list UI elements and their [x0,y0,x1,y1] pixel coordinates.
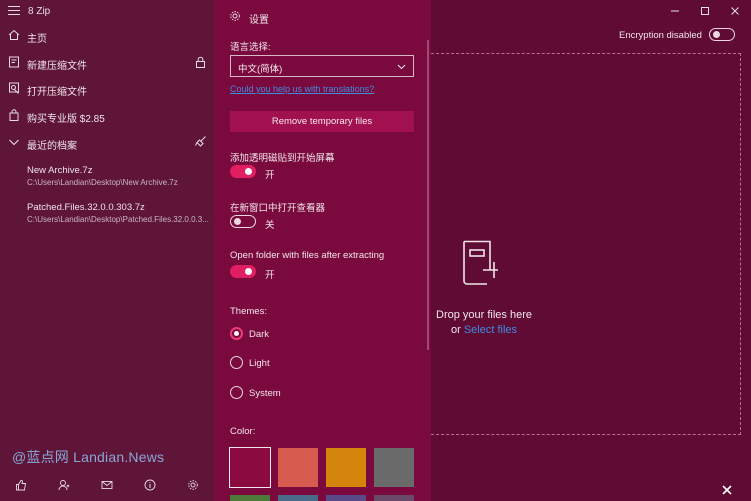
language-select[interactable]: 中文(简体) [230,55,414,77]
maximize-icon[interactable] [698,4,712,18]
sidebar-item-label: 打开压缩文件 [27,87,87,98]
settings-scrollbar[interactable] [427,40,429,350]
shop-icon [9,109,19,121]
encryption-toggle[interactable] [709,28,735,41]
watermark: @蓝点网 Landian.News [12,449,165,465]
sidebar-item-label: 购买专业版 $2.85 [27,114,105,125]
color-swatch-green[interactable] [230,495,270,501]
open-archive-icon [9,82,19,94]
app-title: 8 Zip [28,6,51,17]
sidebar-item-open-archive[interactable]: 打开压缩文件 [0,78,214,100]
remove-temporary-files-button[interactable]: Remove temporary files [230,111,414,132]
chevron-down-icon [397,64,406,70]
color-swatch-crimson[interactable] [229,447,271,488]
thumbs-up-icon[interactable] [15,479,27,491]
mail-icon[interactable] [101,479,113,491]
settings-gear-icon [230,11,240,21]
sidebar-item-label: 新建压缩文件 [27,61,87,72]
new-window-label: 在新窗口中打开查看器 [230,203,326,214]
sidebar: 8 Zip 主页 新建压缩文件 打开压缩文件 购买专业版 $2.85 最近的档案… [0,0,214,501]
drop-zone[interactable]: Drop your files here or Select files [431,53,741,435]
color-swatch-gray[interactable] [374,448,414,487]
theme-system-radio[interactable] [230,386,243,399]
recent-item[interactable]: Patched.Files.32.0.0.303.7z C:\Users\Lan… [27,202,212,224]
new-window-state: 关 [265,220,275,231]
new-window-toggle[interactable] [230,215,256,228]
close-icon[interactable] [721,484,733,496]
select-files-link[interactable]: Select files [464,324,517,336]
home-icon [8,29,20,40]
hamburger-menu-icon[interactable] [8,6,20,16]
language-select-value: 中文(简体) [238,64,283,75]
user-icon[interactable] [58,479,70,491]
sidebar-item-buy-pro[interactable]: 购买专业版 $2.85 [0,105,214,127]
open-folder-state: 开 [265,270,275,281]
theme-dark-label: Dark [249,329,270,340]
theme-dark-radio[interactable] [230,327,243,340]
color-swatch-coral[interactable] [278,448,318,487]
recent-archives-header[interactable]: 最近的档案 [0,132,214,154]
close-window-icon[interactable] [728,4,742,18]
themes-label: Themes: [230,306,267,317]
theme-light-radio[interactable] [230,356,243,369]
select-files-line: or Select files [434,323,534,338]
settings-panel: 设置 语言选择: 中文(简体) Could you help us with t… [214,0,431,501]
theme-light-label: Light [249,358,270,369]
chevron-down-icon [9,139,19,146]
color-swatch-orange[interactable] [326,448,366,487]
color-swatch-blue[interactable] [278,495,318,501]
recent-item[interactable]: New Archive.7z C:\Users\Landian\Desktop\… [27,165,212,187]
info-icon[interactable] [144,479,156,491]
recent-item-path: C:\Users\Landian\Desktop\New Archive.7z [27,178,178,187]
new-archive-icon [9,56,19,68]
recent-item-name: New Archive.7z [27,165,93,176]
color-swatch-plum[interactable] [374,495,414,501]
lock-icon [196,56,205,68]
sidebar-item-home[interactable]: 主页 [0,25,214,47]
recent-item-name: Patched.Files.32.0.0.303.7z [27,202,145,213]
encryption-label: Encryption disabled [619,30,702,41]
bottom-toolbar [0,470,214,500]
clear-broom-icon[interactable] [194,135,207,148]
pin-tile-toggle[interactable] [230,165,256,178]
pin-tile-label: 添加透明磁贴到开始屏幕 [230,153,335,164]
drop-files-text: Drop your files here [436,309,532,321]
main-area: Encryption disabled Drop your files here… [431,0,751,501]
color-label: Color: [230,426,256,437]
recent-header-label: 最近的档案 [27,141,77,152]
translation-help-link[interactable]: Could you help us with translations? [230,84,374,94]
language-label: 语言选择: [230,42,271,53]
or-text: or [450,324,461,336]
open-folder-toggle[interactable] [230,265,256,278]
settings-title: 设置 [249,15,269,26]
open-folder-label: Open folder with files after extracting [230,250,385,261]
drop-instructions: Drop your files here or Select files [434,308,534,338]
pin-tile-state: 开 [265,170,275,181]
recent-item-path: C:\Users\Landian\Desktop\Patched.Files.3… [27,215,209,224]
add-archive-icon [463,240,498,285]
sidebar-item-label: 主页 [27,34,47,45]
sidebar-item-new-archive[interactable]: 新建压缩文件 [0,52,214,74]
gear-icon[interactable] [187,479,199,491]
color-swatch-purple[interactable] [326,495,366,501]
minimize-icon[interactable] [668,4,682,18]
theme-system-label: System [249,388,281,399]
